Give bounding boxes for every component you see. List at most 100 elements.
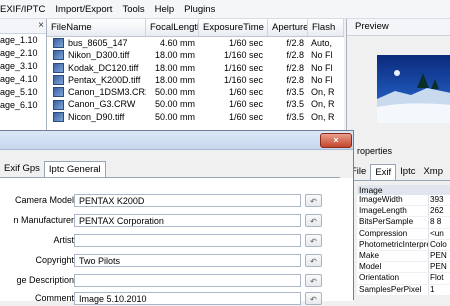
folder-item[interactable]: age_2.10 — [0, 47, 46, 60]
tab-iptc[interactable]: Iptc — [396, 164, 419, 180]
filename-cell: Pentax_K200D.tiff — [47, 74, 146, 86]
file-list: FileName FocalLength ExposureTime Apertu… — [47, 19, 344, 137]
image-description-field[interactable] — [74, 274, 301, 287]
menu-tools[interactable]: Tools — [117, 4, 149, 15]
table-row[interactable]: Nikon_D300.tiff 18.00 mm 1/160 sec f/2.8… — [47, 49, 344, 61]
table-row[interactable]: Canon_G3.CRW 50.00 mm 1/60 sec f/3.5 On,… — [47, 98, 344, 110]
file-list-header: FileName FocalLength ExposureTime Apertu… — [47, 19, 344, 37]
copyright-field[interactable]: Two Pilots — [74, 254, 301, 267]
aperture-cell: f/3.5 — [286, 87, 304, 98]
column-header-flash[interactable]: Flash — [308, 19, 344, 36]
filename-text: bus_8605_147 — [68, 38, 128, 48]
folder-item[interactable]: age_6.10 — [0, 99, 46, 112]
tab-iptc-general[interactable]: Iptc General — [43, 161, 106, 177]
flash-cell: On, R — [311, 99, 335, 110]
column-header-exposure-time[interactable]: ExposureTime — [199, 19, 268, 36]
property-value: 262 — [427, 206, 450, 217]
property-value: 8 8 — [427, 217, 450, 228]
flash-cell: On, R — [311, 111, 335, 122]
filename-text: Nicon_D90.tiff — [68, 111, 125, 122]
artist-field[interactable] — [74, 234, 301, 247]
property-row[interactable]: SamplesPerPixel 1 — [357, 284, 450, 296]
table-row[interactable]: Pentax_K200D.tiff 18.00 mm 1/160 sec f/2… — [47, 74, 344, 86]
column-header-filename[interactable]: FileName — [47, 19, 146, 36]
tab-exif[interactable]: Exif — [370, 164, 397, 180]
folder-panel-header: × — [0, 19, 46, 34]
filename-text: Canon_G3.CRW — [68, 99, 136, 110]
property-row[interactable]: BitsPerSample 8 8 — [357, 217, 450, 229]
exposure-time-cell: 1/60 sec — [228, 87, 263, 98]
exposure-time-cell: 1/60 sec — [228, 38, 263, 48]
table-row[interactable]: Nicon_D90.tiff 50.00 mm 1/60 sec f/3.5 O… — [47, 111, 344, 123]
revert-icon[interactable]: ↶ — [305, 214, 322, 227]
property-key: ImageWidth — [359, 195, 403, 204]
form-row-camera-model: Camera Model PENTAX K200D ↶ — [0, 194, 330, 208]
flash-cell: No Fl — [311, 62, 333, 73]
preview-image — [377, 55, 450, 123]
close-icon[interactable]: × — [38, 20, 44, 31]
flash-cell: No Fl — [311, 74, 333, 85]
revert-icon[interactable]: ↶ — [305, 292, 322, 305]
image-file-icon — [53, 38, 64, 49]
form-row-copyright: Copyright Two Pilots ↶ — [0, 254, 330, 268]
folder-item[interactable]: age_3.10 — [0, 60, 46, 73]
aperture-cell: f/3.5 — [286, 99, 304, 110]
exposure-time-cell: 1/160 sec — [223, 50, 263, 61]
camera-model-label: Camera Model — [14, 195, 74, 205]
folder-item[interactable]: age_5.10 — [0, 86, 46, 99]
property-key: ImageLength — [359, 206, 407, 216]
property-key: PhotometricInterpretati — [359, 239, 428, 249]
aperture-cell: f/2.8 — [286, 62, 304, 73]
image-file-icon — [53, 62, 64, 73]
property-value: PEN — [427, 262, 450, 273]
image-file-icon — [53, 50, 64, 61]
column-header-focal-length[interactable]: FocalLength — [146, 19, 199, 36]
filename-cell: Canon_G3.CRW — [47, 98, 146, 110]
artist-label: Artist — [53, 235, 74, 245]
aperture-cell: f/2.8 — [286, 74, 304, 85]
focal-length-cell: 18.00 mm — [154, 74, 195, 85]
filename-cell: Nikon_D300.tiff — [47, 49, 146, 61]
revert-icon[interactable]: ↶ — [305, 234, 322, 247]
menu-exif-iptc[interactable]: EXIF/IPTC — [0, 4, 50, 15]
property-row[interactable]: Model PEN — [357, 262, 450, 274]
tab-xmp[interactable]: Xmp — [419, 164, 447, 180]
table-row[interactable]: bus_8605_147 4.60 mm 1/60 sec f/2.8 Auto… — [47, 37, 344, 49]
property-row[interactable]: PhotometricInterpretatiColo — [357, 239, 450, 251]
table-row[interactable]: Canon_1DSM3.CR2 50.00 mm 1/60 sec f/3.5 … — [47, 86, 344, 98]
flash-cell: On, R — [311, 87, 335, 98]
menu-plugins[interactable]: Plugins — [179, 4, 220, 15]
property-row[interactable]: Orientation Flot — [357, 273, 450, 285]
image-file-icon — [53, 75, 64, 86]
table-row[interactable]: Kodak_DC120.tiff 18.00 mm 1/160 sec f/2.… — [47, 62, 344, 74]
snow-landscape-image — [377, 55, 450, 123]
revert-icon[interactable]: ↶ — [305, 194, 322, 207]
property-row[interactable]: ImageLength 262 — [357, 206, 450, 218]
tab-exif-gps[interactable]: Exif Gps — [0, 161, 44, 177]
menu-help[interactable]: Help — [150, 4, 180, 15]
property-value: <un — [427, 228, 450, 239]
property-row[interactable]: Make PEN — [357, 250, 450, 263]
focal-length-cell: 50.00 mm — [154, 111, 195, 122]
dialog-title-bar[interactable]: × — [0, 131, 353, 150]
property-row[interactable]: ImageWidth 393 — [357, 195, 450, 207]
manufacturer-field[interactable]: PENTAX Corporation — [74, 214, 301, 227]
column-header-aperture[interactable]: Aperture — [268, 19, 308, 36]
property-row[interactable]: Compression <un — [357, 228, 450, 240]
dialog-close-button[interactable]: × — [320, 133, 352, 148]
menu-import-export[interactable]: Import/Export — [50, 4, 117, 15]
property-value: Colo — [427, 239, 450, 250]
revert-icon[interactable]: ↶ — [305, 274, 322, 287]
property-key: Make — [359, 250, 380, 260]
revert-icon[interactable]: ↶ — [305, 254, 322, 267]
camera-model-field[interactable]: PENTAX K200D — [74, 194, 301, 207]
comment-field[interactable]: Image 5.10.2010 — [74, 292, 301, 305]
filename-text: Pentax_K200D.tiff — [68, 74, 141, 85]
properties-table: Image ImageWidth 393 ImageLength 262 BitsP… — [357, 185, 450, 296]
property-value: 1 — [427, 284, 450, 295]
flash-cell: Auto, — [311, 38, 333, 48]
menu-bar: EXIF/IPTC Import/Export Tools Help Plugi… — [0, 0, 450, 19]
folder-item[interactable]: age_4.10 — [0, 73, 46, 86]
folder-item[interactable]: age_1.10 — [0, 34, 46, 47]
focal-length-cell: 18.00 mm — [154, 62, 195, 73]
